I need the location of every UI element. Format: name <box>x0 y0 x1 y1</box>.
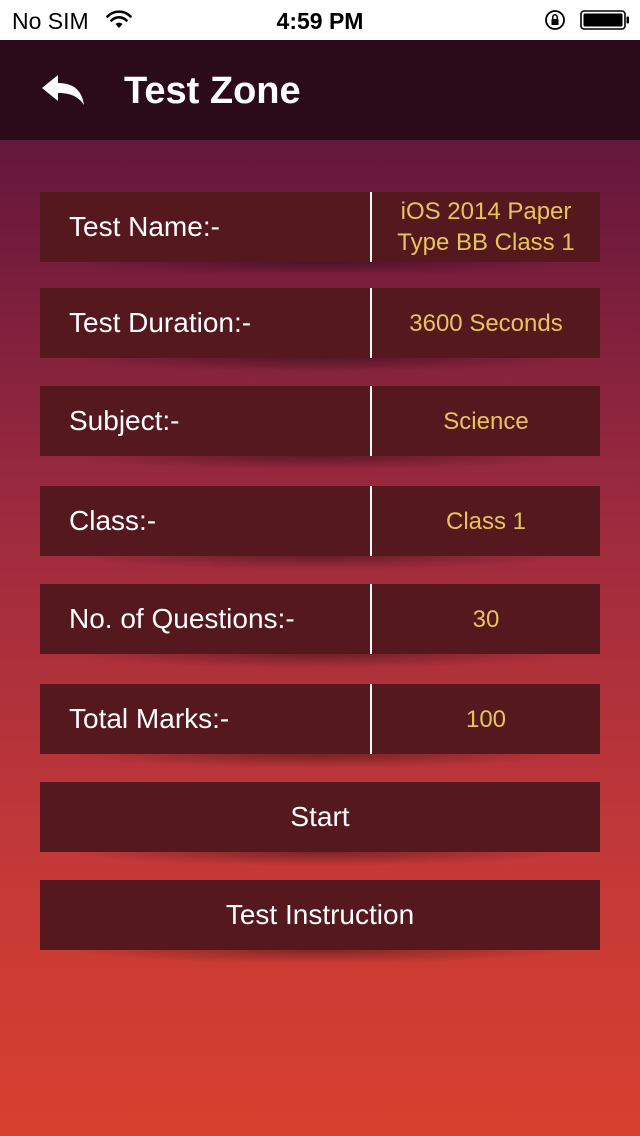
detail-value: 3600 Seconds <box>409 309 563 337</box>
detail-label: Class:- <box>69 505 157 536</box>
detail-value: Class 1 <box>445 507 527 535</box>
status-bar: No SIM 4:59 PM <box>0 0 640 40</box>
navigation-bar: Test Zone <box>0 40 640 140</box>
detail-row-test-name: Test Name:- iOS 2014 Paper Type BB Class… <box>40 192 600 276</box>
test-instruction-button[interactable]: Test Instruction <box>40 880 600 964</box>
detail-row-total-marks: Total Marks:- 100 <box>40 684 600 768</box>
detail-label: Subject:- <box>69 405 180 436</box>
detail-label: Test Name:- <box>69 211 220 242</box>
detail-label: Test Duration:- <box>69 307 252 338</box>
detail-value: 100 <box>465 705 507 733</box>
rotation-lock-icon <box>545 10 565 30</box>
back-arrow-icon[interactable] <box>40 73 86 109</box>
start-button[interactable]: Start <box>40 782 600 866</box>
detail-row-class: Class:- Class 1 <box>40 486 600 570</box>
detail-row-questions: No. of Questions:- 30 <box>40 584 600 668</box>
detail-row-test-duration: Test Duration:- 3600 Seconds <box>40 288 600 372</box>
detail-value: Science <box>443 407 529 435</box>
battery-icon <box>580 10 629 30</box>
detail-label: Total Marks:- <box>69 703 230 734</box>
detail-value: 30 <box>472 605 500 633</box>
page-title: Test Zone <box>124 70 301 112</box>
detail-row-subject: Subject:- Science <box>40 386 600 470</box>
detail-value: iOS 2014 Paper Type BB Class 1 <box>397 198 575 256</box>
detail-label: No. of Questions:- <box>69 603 295 634</box>
